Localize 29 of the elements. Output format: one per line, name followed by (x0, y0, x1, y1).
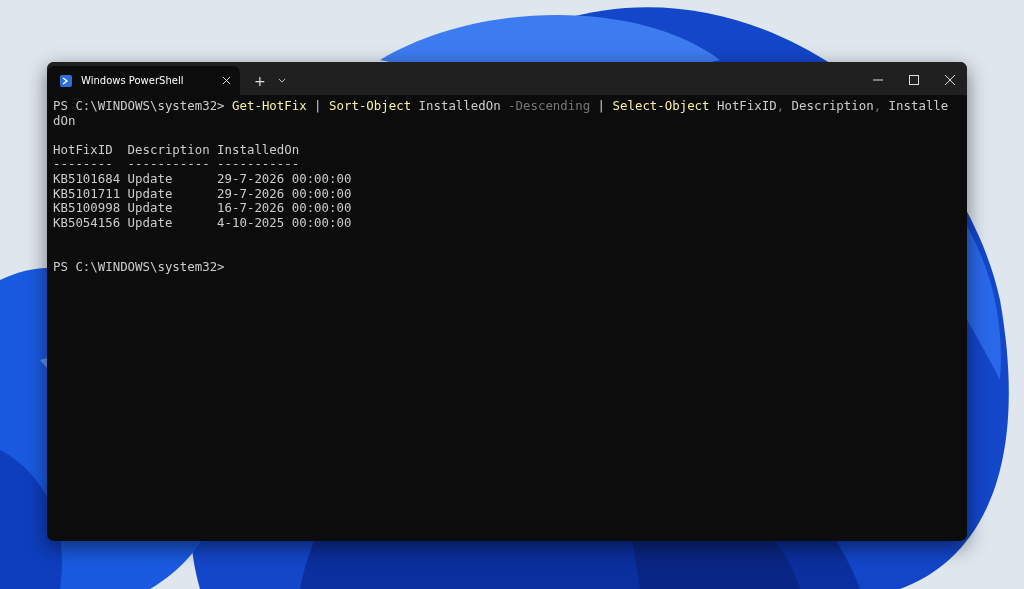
prompt-text: PS C:\WINDOWS\system32> (53, 98, 226, 113)
command-text: Get-HotFix (232, 98, 307, 113)
chevron-down-icon[interactable] (277, 78, 286, 83)
terminal-text: dOn (53, 112, 76, 128)
terminal-text: | (596, 98, 607, 113)
output-text: KB5054156 Update 4-10-2025 00:00:00 (53, 214, 352, 230)
terminal-text: HotFixID (716, 98, 777, 113)
output-text: KB5101684 Update 29-7-2026 00:00:00 (53, 170, 352, 186)
terminal-text: Description (790, 98, 874, 113)
output-text: HotFixID Description InstalledOn (53, 141, 300, 157)
tab[interactable]: Windows PowerShell (47, 66, 240, 95)
terminal-text: | (313, 98, 323, 113)
new-tab-button[interactable]: + (246, 66, 274, 95)
terminal-text: InstalledOn (417, 98, 502, 113)
parameter-text: , (873, 98, 882, 113)
output-text: KB5100998 Update 16-7-2026 00:00:00 (53, 200, 352, 216)
terminal-text: Installe (887, 98, 949, 113)
command-text: Select-Object (612, 98, 710, 113)
powershell-icon (60, 74, 72, 87)
prompt-text: PS C:\WINDOWS\system32> (53, 258, 225, 274)
tab-title: Windows PowerShell (81, 75, 185, 86)
close-icon[interactable] (945, 75, 955, 85)
output-text: KB5101711 Update 29-7-2026 00:00:00 (53, 185, 352, 201)
maximize-icon[interactable] (909, 75, 919, 85)
parameter-text: -Descending (508, 98, 591, 113)
command-text: Sort-Object (329, 98, 412, 113)
close-icon[interactable] (222, 76, 231, 85)
parameter-text: , (776, 98, 785, 113)
output-text: -------- ----------- ----------- (53, 156, 300, 172)
